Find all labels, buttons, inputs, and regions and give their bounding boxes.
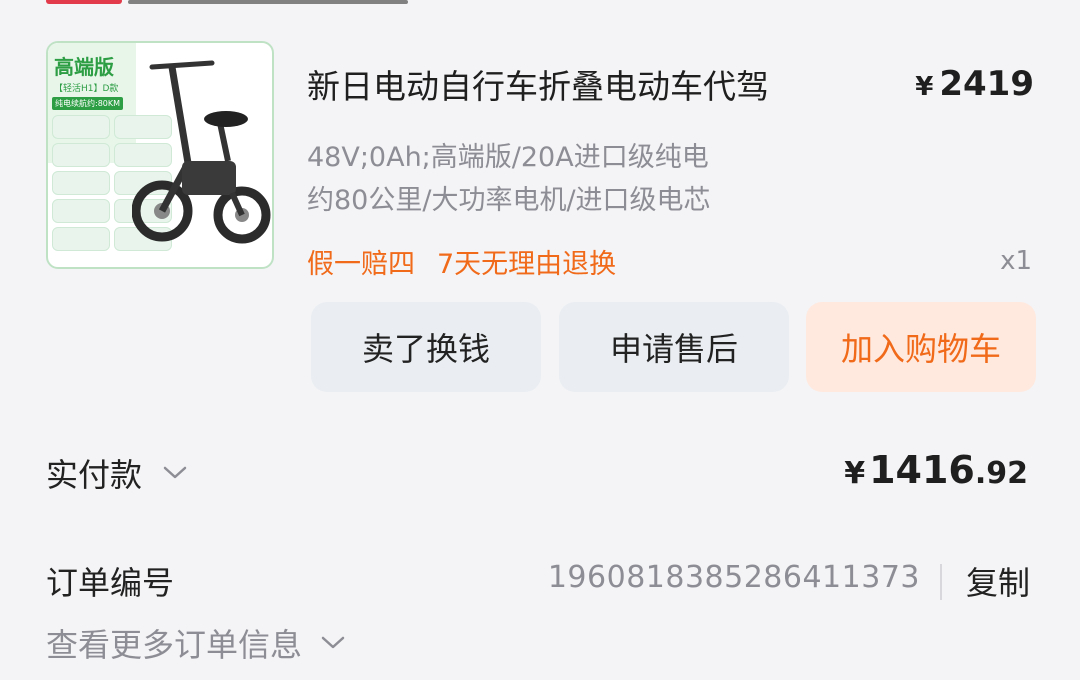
price-value: 2419 — [939, 64, 1034, 104]
divider — [940, 564, 942, 600]
more-order-info-label: 查看更多订单信息 — [46, 626, 303, 664]
paid-amount: ¥1416.92 — [844, 448, 1028, 492]
product-spec-line: 48V;0Ah;高端版/20A进口级纯电 — [307, 142, 709, 173]
product-thumbnail[interactable]: 高端版 【轻活H1】D款 纯电续航约:80KM — [46, 41, 274, 269]
product-price: ¥2419 — [915, 64, 1034, 104]
paid-amount-decimal: .92 — [974, 456, 1028, 491]
paid-amount-integer: 1416 — [869, 448, 975, 492]
feature-icon — [52, 199, 110, 223]
tag-7day-return: 7天无理由退换 — [437, 249, 617, 280]
more-order-info-toggle[interactable]: 查看更多订单信息 — [46, 620, 346, 666]
e-bike-image — [132, 60, 271, 244]
feature-icon — [52, 115, 110, 139]
top-header-cutoff — [46, 0, 426, 4]
top-text-fragment — [128, 0, 408, 4]
paid-amount-toggle[interactable]: 实付款 — [46, 450, 188, 496]
product-spec: 48V;0Ah;高端版/20A进口级纯电 约80公里/大功率电机/进口级电芯 — [307, 136, 887, 222]
order-number-label: 订单编号 — [46, 564, 175, 602]
feature-icon — [52, 143, 110, 167]
price-currency: ¥ — [915, 72, 934, 102]
add-to-cart-button[interactable]: 加入购物车 — [806, 302, 1036, 392]
copy-button[interactable]: 复制 — [966, 558, 1030, 604]
order-number: 1960818385286411373 — [547, 560, 920, 595]
chevron-down-icon — [321, 636, 345, 649]
paid-currency: ¥ — [844, 456, 866, 491]
tag-fake-compensation: 假一赔四 — [307, 249, 415, 280]
feature-icon — [52, 227, 110, 251]
chevron-down-icon — [163, 466, 187, 479]
product-title[interactable]: 新日电动自行车折叠电动车代驾 — [307, 60, 769, 108]
thumbnail-badge-title: 高端版 — [54, 55, 114, 79]
top-brand-fragment — [46, 0, 122, 4]
after-sales-button[interactable]: 申请售后 — [559, 302, 789, 392]
service-tags: 假一赔四 7天无理由退换 — [307, 242, 616, 281]
thumbnail-badge-range: 纯电续航约:80KM — [52, 97, 124, 110]
sell-button[interactable]: 卖了换钱 — [311, 302, 541, 392]
product-quantity: x1 — [1000, 246, 1032, 276]
product-spec-line: 约80公里/大功率电机/进口级电芯 — [307, 185, 711, 216]
paid-label: 实付款 — [46, 456, 143, 494]
feature-icon — [52, 171, 110, 195]
thumbnail-badge-subtitle: 【轻活H1】D款 — [54, 84, 119, 94]
